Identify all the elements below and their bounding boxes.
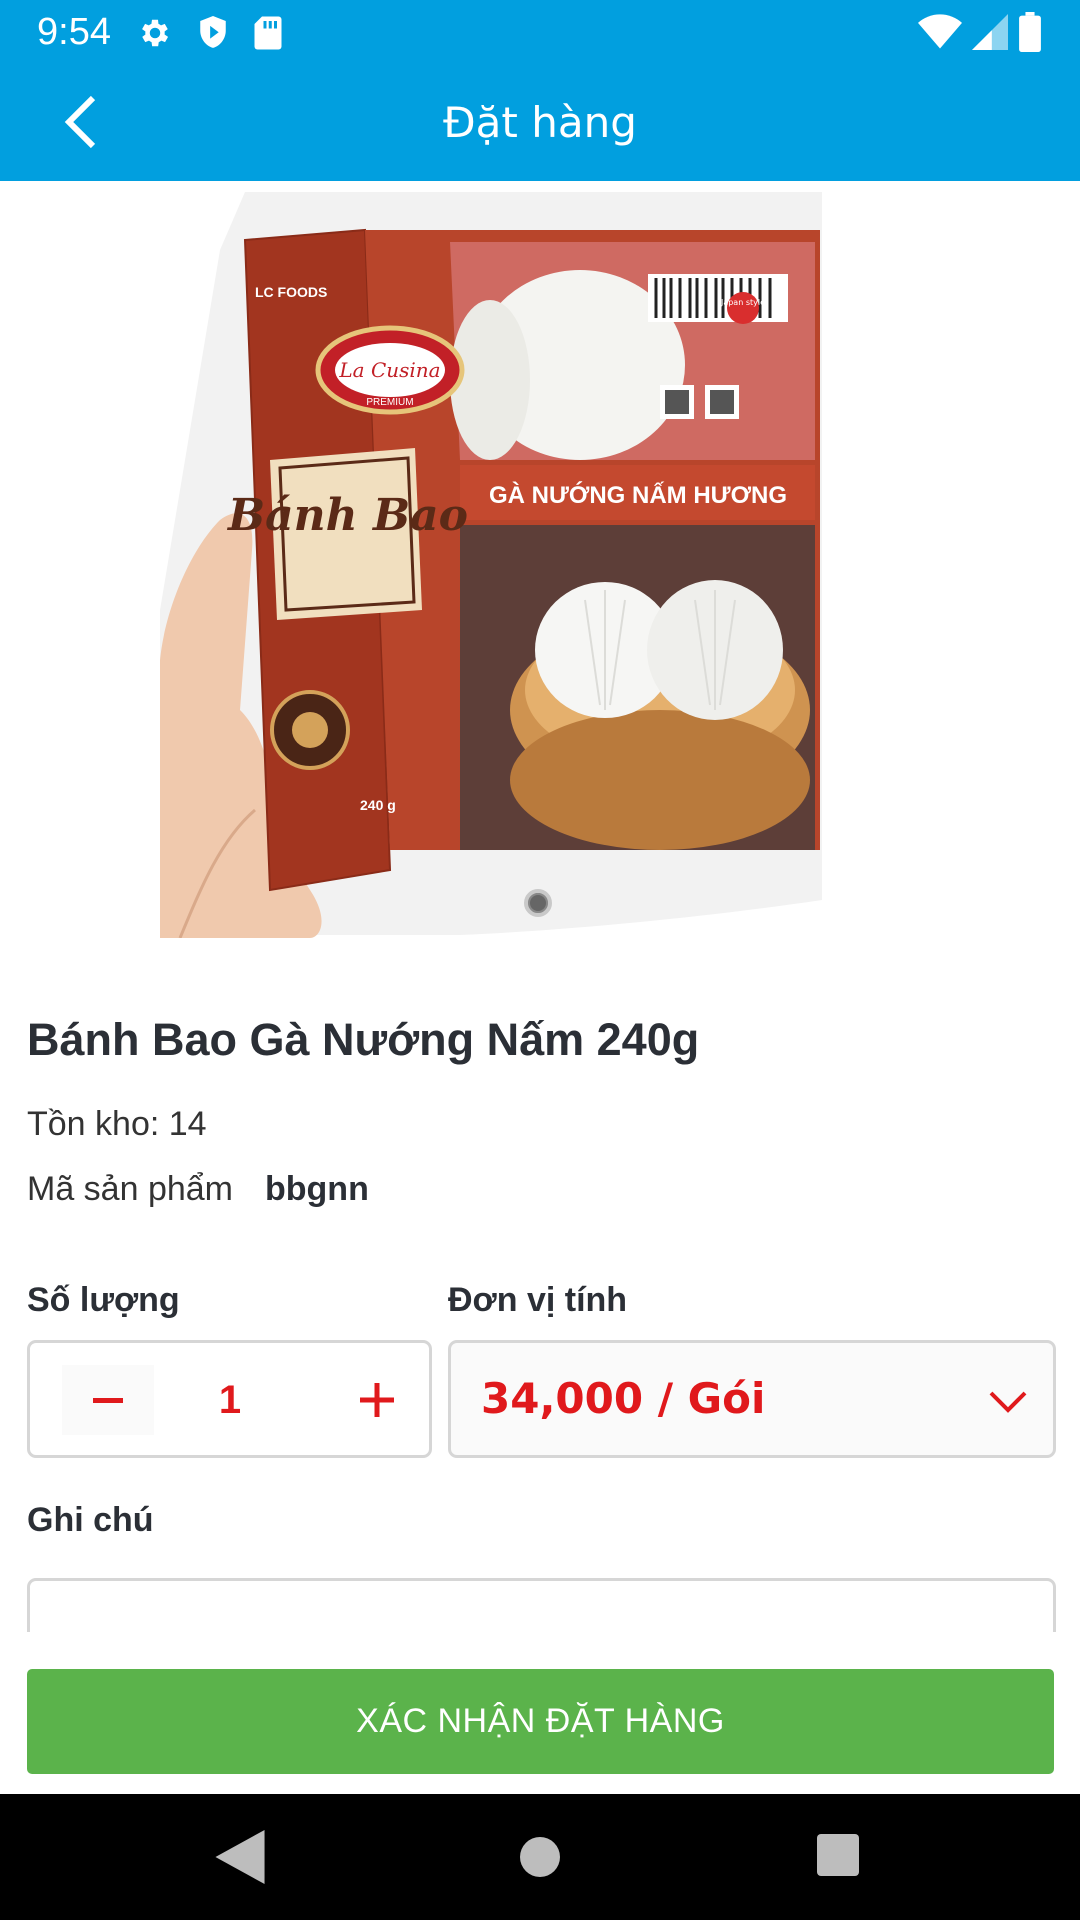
unit-price-value: 34,000 / Gói: [481, 1374, 766, 1423]
increase-quantity-button[interactable]: [342, 1365, 412, 1435]
logo-text: La Cusina: [338, 358, 440, 382]
nav-recents-icon[interactable]: [817, 1834, 859, 1876]
nav-home-icon[interactable]: [520, 1837, 560, 1877]
product-code-value: bbgnn: [265, 1170, 369, 1208]
gear-icon: [137, 15, 173, 56]
note-label: Ghi chú: [27, 1501, 154, 1539]
quantity-stepper: 1: [27, 1340, 432, 1458]
unit-label: Đơn vị tính: [448, 1281, 628, 1319]
decrease-quantity-button[interactable]: [62, 1365, 154, 1435]
status-bar: 9:54: [0, 0, 1080, 63]
status-right-icons: [918, 12, 1042, 57]
package-title-text: Bánh Bao: [226, 490, 468, 541]
product-code-label: Mã sản phẩm: [27, 1170, 233, 1208]
carousel-dot-active[interactable]: [524, 889, 552, 917]
shield-icon: [196, 14, 230, 57]
signal-icon: [972, 13, 1008, 56]
package-flavor-text: GÀ NƯỚNG NẤM HƯƠNG: [489, 481, 787, 509]
product-code-row: Mã sản phẩm bbgnn: [27, 1167, 369, 1211]
unit-price-select[interactable]: 34,000 / Gói: [448, 1340, 1056, 1458]
page-title: Đặt hàng: [443, 98, 637, 147]
product-image: Japan style GÀ NƯỚNG NẤM HƯƠNG LC FOODS …: [160, 192, 822, 939]
status-time: 9:54: [37, 11, 111, 53]
battery-icon: [1018, 12, 1042, 57]
status-left-icons: [137, 14, 283, 57]
weight-text: 240 g: [360, 797, 396, 813]
sd-card-icon: [253, 15, 283, 56]
minus-icon: [93, 1398, 123, 1403]
note-input[interactable]: [27, 1578, 1056, 1632]
plus-icon: [360, 1383, 394, 1417]
nav-back-icon[interactable]: [215, 1830, 265, 1884]
app-bar: Đặt hàng: [0, 63, 1080, 181]
quantity-label: Số lượng: [27, 1281, 180, 1319]
logo-sub-text: PREMIUM: [366, 397, 413, 408]
product-image-carousel[interactable]: Japan style GÀ NƯỚNG NẤM HƯƠNG LC FOODS …: [160, 190, 822, 939]
brand-text: LC FOODS: [255, 284, 327, 300]
confirm-order-button[interactable]: XÁC NHẬN ĐẶT HÀNG: [27, 1669, 1054, 1774]
system-nav-bar: [0, 1794, 1080, 1920]
japan-badge-text: Japan style: [720, 298, 765, 307]
quantity-value[interactable]: 1: [155, 1363, 305, 1437]
wifi-icon: [918, 13, 962, 56]
stock-text: Tồn kho: 14: [27, 1105, 207, 1143]
product-name: Bánh Bao Gà Nướng Nấm 240g: [27, 1014, 700, 1065]
note-input-wrapper: [27, 1578, 1056, 1632]
chevron-down-icon: [983, 1377, 1033, 1427]
